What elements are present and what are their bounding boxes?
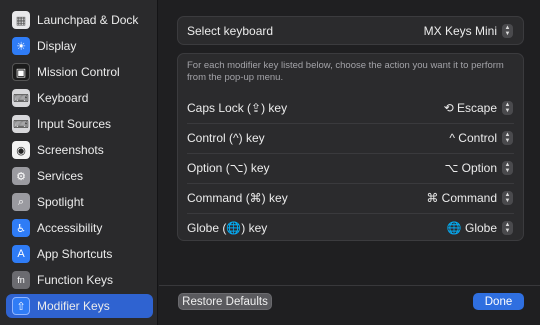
modifier-label: Command (⌘) key xyxy=(187,191,288,205)
sidebar-item-accessibility[interactable]: ♿ Accessibility xyxy=(6,216,153,240)
modifier-row-command: Command (⌘) key ⌘ Command ▲ ▼ xyxy=(178,183,523,213)
chevron-up-down-icon: ▲ ▼ xyxy=(502,101,513,115)
sidebar-item-label: Mission Control xyxy=(37,65,120,79)
sidebar-item-label: Screenshots xyxy=(37,143,104,157)
sidebar-item-input-sources[interactable]: ⌨ Input Sources xyxy=(6,112,153,136)
sidebar-item-app-shortcuts[interactable]: A App Shortcuts xyxy=(6,242,153,266)
sidebar-item-mission-control[interactable]: ▣ Mission Control xyxy=(6,60,153,84)
sidebar: ▦ Launchpad & Dock ☀ Display ▣ Mission C… xyxy=(0,0,158,325)
sidebar-item-label: Launchpad & Dock xyxy=(37,13,139,27)
spotlight-icon: ⌕ xyxy=(12,193,30,211)
chevron-up-down-icon: ▲ ▼ xyxy=(502,191,513,205)
keyboard-select-popup[interactable]: MX Keys Mini ▲ ▼ xyxy=(424,24,513,38)
sidebar-item-keyboard[interactable]: ⌨ Keyboard xyxy=(6,86,153,110)
modifier-row-caps-lock: Caps Lock (⇪) key ⟲ Escape ▲ ▼ xyxy=(178,93,523,123)
sidebar-item-label: Input Sources xyxy=(37,117,112,131)
function-keys-icon: fn xyxy=(12,271,30,289)
keyboard-select-row: Select keyboard MX Keys Mini ▲ ▼ xyxy=(178,17,523,45)
chevron-up-down-icon: ▲ ▼ xyxy=(502,24,513,38)
popup-value: ⌥ Option xyxy=(444,161,497,175)
chevron-up-down-icon: ▲ ▼ xyxy=(502,161,513,175)
modifier-label: Globe (🌐) key xyxy=(187,221,268,235)
globe-popup[interactable]: 🌐 Globe ▲ ▼ xyxy=(447,221,513,235)
sidebar-item-modifier-keys[interactable]: ⇧ Modifier Keys xyxy=(6,294,153,318)
chevron-up-down-icon: ▲ ▼ xyxy=(502,221,513,235)
modifier-keys-panel: For each modifier key listed below, choo… xyxy=(177,53,524,241)
launchpad-dock-icon: ▦ xyxy=(12,11,30,29)
modifier-row-globe: Globe (🌐) key 🌐 Globe ▲ ▼ xyxy=(178,213,523,243)
keyboard-select-label: Select keyboard xyxy=(187,24,274,38)
keyboard-icon: ⌨ xyxy=(12,89,30,107)
sidebar-item-services[interactable]: ⚙ Services xyxy=(6,164,153,188)
sidebar-item-label: Keyboard xyxy=(37,91,89,105)
sidebar-item-label: Spotlight xyxy=(37,195,84,209)
sidebar-item-label: Function Keys xyxy=(37,273,114,287)
keyboard-select-value: MX Keys Mini xyxy=(423,24,497,38)
popup-value: 🌐 Globe xyxy=(446,221,497,235)
display-icon: ☀ xyxy=(12,37,30,55)
footer-divider xyxy=(159,285,540,286)
popup-value: ⟲ Escape xyxy=(443,101,497,115)
mission-control-icon: ▣ xyxy=(12,63,30,81)
sidebar-item-label: Display xyxy=(37,39,77,53)
restore-defaults-button[interactable]: Restore Defaults xyxy=(178,293,272,310)
chevron-up-down-icon: ▲ ▼ xyxy=(502,131,513,145)
main-pane: Select keyboard MX Keys Mini ▲ ▼ For each… xyxy=(159,0,540,325)
modifier-row-control: Control (^) key ^ Control ▲ ▼ xyxy=(178,123,523,153)
sidebar-item-display[interactable]: ☀ Display xyxy=(6,34,153,58)
sidebar-item-screenshots[interactable]: ◉ Screenshots xyxy=(6,138,153,162)
done-button[interactable]: Done xyxy=(473,293,524,310)
sidebar-item-spotlight[interactable]: ⌕ Spotlight xyxy=(6,190,153,214)
command-popup[interactable]: ⌘ Command ▲ ▼ xyxy=(426,191,513,205)
accessibility-icon: ♿ xyxy=(12,219,30,237)
input-sources-icon: ⌨ xyxy=(12,115,30,133)
control-popup[interactable]: ^ Control ▲ ▼ xyxy=(449,131,513,145)
keyboard-select-panel: Select keyboard MX Keys Mini ▲ ▼ xyxy=(177,16,524,45)
caps-lock-popup[interactable]: ⟲ Escape ▲ ▼ xyxy=(444,101,513,115)
popup-value: ^ Control xyxy=(449,131,497,145)
modifier-label: Control (^) key xyxy=(187,131,265,145)
sidebar-item-label: Modifier Keys xyxy=(37,299,110,313)
app-shortcuts-icon: A xyxy=(12,245,30,263)
screenshots-icon: ◉ xyxy=(12,141,30,159)
modifier-description: For each modifier key listed below, choo… xyxy=(187,60,504,83)
sidebar-item-label: App Shortcuts xyxy=(37,247,113,261)
modifier-label: Option (⌥) key xyxy=(187,161,270,175)
sidebar-item-function-keys[interactable]: fn Function Keys xyxy=(6,268,153,292)
option-popup[interactable]: ⌥ Option ▲ ▼ xyxy=(444,161,513,175)
services-icon: ⚙ xyxy=(12,167,30,185)
sidebar-item-label: Services xyxy=(37,169,84,183)
sidebar-item-launchpad-dock[interactable]: ▦ Launchpad & Dock xyxy=(6,8,153,32)
sidebar-item-label: Accessibility xyxy=(37,221,103,235)
modifier-keys-icon: ⇧ xyxy=(12,297,30,315)
popup-value: ⌘ Command xyxy=(426,191,497,205)
modifier-row-option: Option (⌥) key ⌥ Option ▲ ▼ xyxy=(178,153,523,183)
modifier-label: Caps Lock (⇪) key xyxy=(187,101,288,115)
